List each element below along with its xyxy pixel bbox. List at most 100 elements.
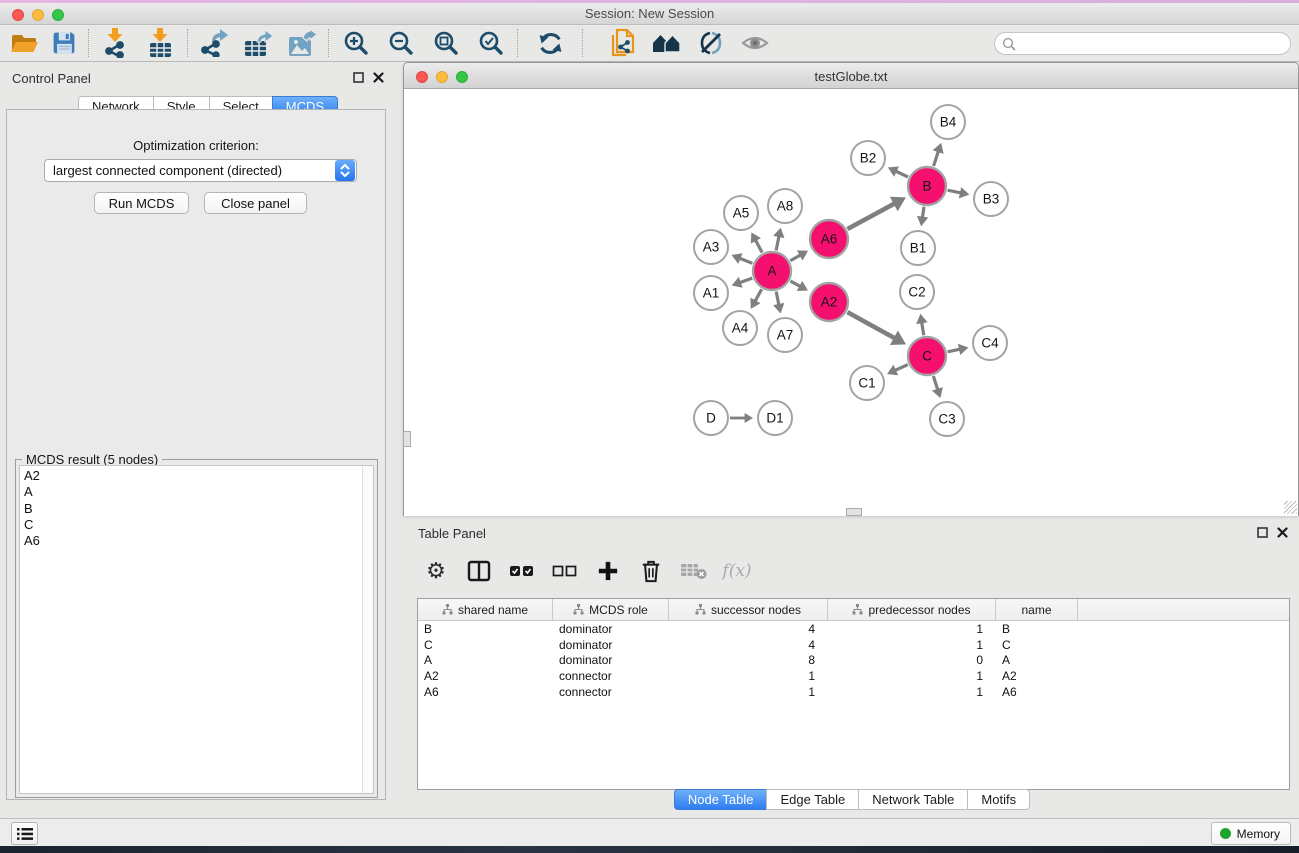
graph-node-A2[interactable]: A2 [810,283,848,321]
search-field[interactable] [994,32,1291,55]
graph-node-C4[interactable]: C4 [973,326,1007,360]
network-from-selection-button[interactable] [601,27,645,59]
graph-edge-A-A2[interactable] [790,281,807,291]
graph-edge-D-D1[interactable] [730,413,753,423]
graph-node-C[interactable]: C [908,337,946,375]
graph-edge-A-A1[interactable] [732,277,753,288]
export-image-button[interactable] [280,27,324,59]
table-row[interactable]: Bdominator41B [418,621,1289,637]
result-list-item[interactable]: A [20,484,361,500]
show-columns-button[interactable] [464,556,494,586]
result-list-item[interactable]: C [20,517,361,533]
table-settings-button[interactable]: ⚙ [421,556,451,586]
network-canvas[interactable]: B4 B2 B B3 A8 A5 A6 A3 B1 A A1 C2 A2 A4 A7 C4 C C1 C3 D D1 [404,89,1298,516]
graph-node-A3[interactable]: A3 [694,230,728,264]
graph-edge-A-A6[interactable] [790,250,808,260]
float-panel-icon[interactable] [353,72,364,83]
graph-node-B4[interactable]: B4 [931,105,965,139]
close-panel-button[interactable]: Close panel [204,192,307,214]
graph-edge-A2-C[interactable] [847,312,906,345]
graph-node-A7[interactable]: A7 [768,318,802,352]
graph-node-B2[interactable]: B2 [851,141,885,175]
graph-node-C3[interactable]: C3 [930,402,964,436]
table-row[interactable]: Cdominator41C [418,637,1289,653]
graph-node-C2[interactable]: C2 [900,275,934,309]
graph-node-D[interactable]: D [694,401,728,435]
graph-node-B3[interactable]: B3 [974,182,1008,216]
graph-edge-A6-B[interactable] [847,197,905,229]
export-network-button[interactable] [192,27,236,59]
graph-node-C1[interactable]: C1 [850,366,884,400]
graphics-details-button[interactable] [689,27,733,59]
select-all-columns-button[interactable] [507,556,537,586]
graph-edge-C-C2[interactable] [916,314,927,336]
tab-network-table[interactable]: Network Table [858,789,968,810]
graph-edge-C-C4[interactable] [948,344,969,355]
graph-edge-A-A5[interactable] [751,232,762,252]
graph-edge-A-A7[interactable] [773,292,784,314]
table-row[interactable]: A2connector11A2 [418,668,1289,684]
zoom-selected-button[interactable] [468,27,513,59]
result-list-item[interactable]: A6 [20,533,361,549]
graph-node-A5[interactable]: A5 [724,196,758,230]
column-header-successor-nodes[interactable]: successor nodes [669,599,828,620]
import-table-button[interactable] [138,27,183,59]
first-neighbors-button[interactable] [645,27,689,59]
graph-edge-B-B4[interactable] [933,143,944,166]
birds-eye-toggle-left[interactable] [403,431,411,447]
search-input[interactable] [1020,35,1290,53]
criterion-dropdown[interactable]: largest connected component (directed) [44,159,357,182]
graph-node-A4[interactable]: A4 [723,311,757,345]
open-session-button[interactable] [4,27,44,59]
tab-node-table[interactable]: Node Table [674,789,768,810]
graph-edge-B-B3[interactable] [948,187,970,198]
result-list-item[interactable]: B [20,501,361,517]
result-list-scrollbar[interactable] [362,466,373,793]
graph-node-A8[interactable]: A8 [768,189,802,223]
window-resize-grip[interactable] [1284,501,1297,514]
unselect-all-columns-button[interactable] [550,556,580,586]
table-row[interactable]: Adominator80A [418,653,1289,669]
graph-edge-A-A8[interactable] [773,228,784,251]
save-session-button[interactable] [44,27,84,59]
import-network-button[interactable] [93,27,138,59]
zoom-in-button[interactable] [333,27,378,59]
graph-node-A6[interactable]: A6 [810,220,848,258]
column-header-shared-name[interactable]: shared name [418,599,553,620]
graph-edge-A-A3[interactable] [731,253,752,264]
run-mcds-button[interactable]: Run MCDS [94,192,189,214]
tab-edge-table[interactable]: Edge Table [766,789,859,810]
graph-edge-B-B1[interactable] [917,207,928,226]
export-table-button[interactable] [236,27,280,59]
close-panel-icon[interactable] [1277,527,1288,538]
birds-eye-toggle-bottom[interactable] [846,508,862,516]
apply-layout-button[interactable] [522,27,578,59]
float-panel-icon[interactable] [1257,527,1268,538]
column-header-name[interactable]: name [996,599,1078,620]
column-header-predecessor-nodes[interactable]: predecessor nodes [828,599,996,620]
graph-node-D1[interactable]: D1 [758,401,792,435]
graph-node-A1[interactable]: A1 [694,276,728,310]
result-list-item[interactable]: A2 [20,468,361,484]
graph-edge-A-A4[interactable] [750,289,761,309]
refresh-icon [538,31,563,56]
column-header-MCDS-role[interactable]: MCDS role [553,599,669,620]
table-cell: connector [553,669,669,683]
table-row[interactable]: A6connector11A6 [418,684,1289,700]
zoom-fit-button[interactable] [423,27,468,59]
graph-node-A[interactable]: A [753,252,791,290]
graph-node-B[interactable]: B [908,167,946,205]
status-menu-button[interactable] [11,822,38,845]
memory-button[interactable]: Memory [1211,822,1291,845]
network-window-titlebar[interactable]: testGlobe.txt [404,63,1298,89]
close-panel-icon[interactable] [373,72,384,83]
zoom-out-button[interactable] [378,27,423,59]
delete-columns-button[interactable] [636,556,666,586]
graph-edge-C-C3[interactable] [932,376,943,398]
graph-node-B1[interactable]: B1 [901,231,935,265]
create-column-button[interactable] [593,556,623,586]
tab-motifs[interactable]: Motifs [967,789,1030,810]
graph-edge-B-B2[interactable] [888,166,908,177]
hide-details-button[interactable] [733,27,777,59]
graph-edge-C-C1[interactable] [887,365,908,376]
